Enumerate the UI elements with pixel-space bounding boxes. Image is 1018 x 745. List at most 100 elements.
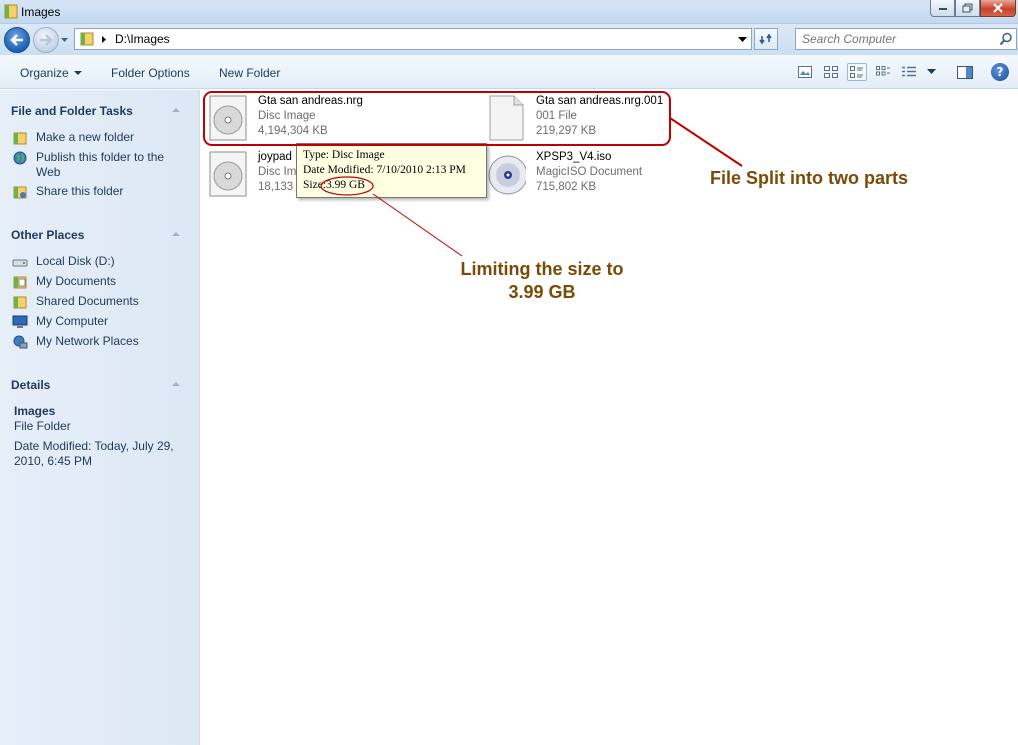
file-item-joypad[interactable]: joypad Disc Im 18,133 [208,151,298,203]
blank-file-icon [489,95,524,141]
view-list-button[interactable] [899,63,919,81]
file-size: 4,194,304 KB [258,125,328,137]
file-info-tooltip: Type: Disc Image Date Modified: 7/10/201… [296,143,487,198]
annotation-file-split: File Split into two parts [710,168,908,188]
place-my-documents[interactable]: My Documents [12,274,176,290]
file-type: Disc Image [258,110,316,122]
search-input[interactable] [802,32,992,46]
folder-icon [80,32,94,46]
details-type: File Folder [14,419,71,433]
file-item-gta-nrg[interactable]: Gta san andreas.nrg Disc Image 4,194,304… [208,95,448,147]
picture-view-icon [798,66,812,78]
forward-button[interactable] [33,27,59,53]
address-path[interactable]: D:\Images [115,32,170,46]
back-button[interactable] [4,27,30,53]
globe-publish-icon [13,151,27,165]
place-label: My Network Places [36,334,139,348]
cd-icon [488,155,526,195]
collapse-other-places-icon[interactable] [172,228,180,236]
tooltip-size: Size:3.99 GB [303,178,480,193]
address-bar[interactable]: D:\Images [74,28,752,50]
view-thumbnails-button[interactable] [795,63,815,81]
search-icon[interactable] [999,32,1013,46]
search-box[interactable] [795,28,1017,50]
tile-list-view-icon [850,66,863,78]
task-make-new-folder[interactable]: Make a new folder [12,130,176,146]
folder-icon [4,4,18,19]
close-icon [993,3,1003,13]
place-my-computer[interactable]: My Computer [12,314,176,330]
help-button[interactable]: ? [991,63,1009,81]
annotation-size-limit-line2: 3.99 GB [508,282,576,302]
network-icon [13,335,28,349]
place-local-disk[interactable]: Local Disk (D:) [12,254,176,270]
title-bar: Images [0,0,1018,24]
place-label: Shared Documents [36,294,139,308]
file-size: 18,133 [258,181,294,193]
file-tasks-title[interactable]: File and Folder Tasks [11,104,133,118]
tooltip-type: Type: Disc Image [303,149,385,161]
view-tiles-button[interactable] [821,63,841,81]
size-pointer-line [372,193,463,257]
folder-options-button[interactable]: Folder Options [111,66,190,80]
file-size: 715,802 KB [536,181,597,193]
new-folder-button[interactable]: New Folder [219,66,280,80]
close-button[interactable] [980,0,1016,17]
file-name: joypad [258,151,292,163]
refresh-button[interactable] [754,28,778,50]
recent-pages-dropdown[interactable] [60,36,69,44]
new-folder-icon [13,132,27,145]
tooltip-size-value: 3.99 GB [326,179,365,191]
views-dropdown[interactable] [921,63,941,81]
minimize-button[interactable] [930,0,955,17]
tiles-view-icon [824,66,838,78]
file-item-xpsp3-iso[interactable]: XPSP3_V4.iso MagicISO Document 715,802 K… [486,151,676,203]
annotation-size-limit-line1: Limiting the size to [460,259,624,279]
place-label: Local Disk (D:) [36,254,115,268]
help-icon: ? [996,65,1004,79]
file-item-gta-nrg-001[interactable]: Gta san andreas.nrg.001 001 File 219,297… [486,95,676,147]
organize-menu[interactable]: Organize [20,66,82,80]
breadcrumb-arrow-icon[interactable] [101,35,107,44]
task-label: Share this folder [36,184,124,198]
view-icons-button[interactable] [873,63,893,81]
preview-pane-button[interactable] [955,63,975,81]
refresh-icon [759,33,772,45]
icons-view-icon [876,66,890,76]
other-places-title[interactable]: Other Places [11,228,84,242]
chevron-down-icon [926,69,936,74]
minimize-icon [938,8,947,10]
place-shared-documents[interactable]: Shared Documents [12,294,176,310]
task-label: Publish this folder to the Web [36,150,165,179]
command-bar: Organize Folder Options New Folder ? [0,55,1018,89]
collapse-file-tasks-icon[interactable] [172,104,180,112]
computer-icon [12,315,28,328]
details-title[interactable]: Details [11,378,50,392]
file-name: Gta san andreas.nrg [258,95,363,107]
tooltip-modified: Date Modified: 7/10/2010 2:13 PM [303,164,466,176]
place-label: My Documents [36,274,117,288]
task-pane: File and Folder Tasks Make a new folder … [0,90,200,745]
details-modified: Date Modified: Today, July 29, 2010, 6:4… [14,439,174,468]
drive-icon [12,259,28,267]
details-name: Images [14,404,56,418]
documents-icon [13,276,27,289]
restore-icon [962,3,973,13]
forward-arrow-icon [40,34,53,46]
collapse-details-icon[interactable] [172,378,180,386]
list-view-icon [902,66,916,77]
view-details-tiles-button[interactable] [847,63,867,81]
back-arrow-icon [10,34,23,46]
disc-image-icon [209,151,247,197]
file-name: Gta san andreas.nrg.001 [536,95,664,107]
disc-image-icon [209,95,247,141]
task-publish-to-web[interactable]: Publish this folder to the Web [12,150,176,180]
task-label: Make a new folder [36,130,135,144]
task-share-folder[interactable]: Share this folder [12,184,176,200]
file-size: 219,297 KB [536,125,597,137]
address-dropdown-icon[interactable] [738,36,747,43]
restore-button[interactable] [955,0,980,17]
place-my-network-places[interactable]: My Network Places [12,334,176,350]
address-toolbar: D:\Images [0,24,1018,55]
file-type: MagicISO Document [536,166,643,178]
